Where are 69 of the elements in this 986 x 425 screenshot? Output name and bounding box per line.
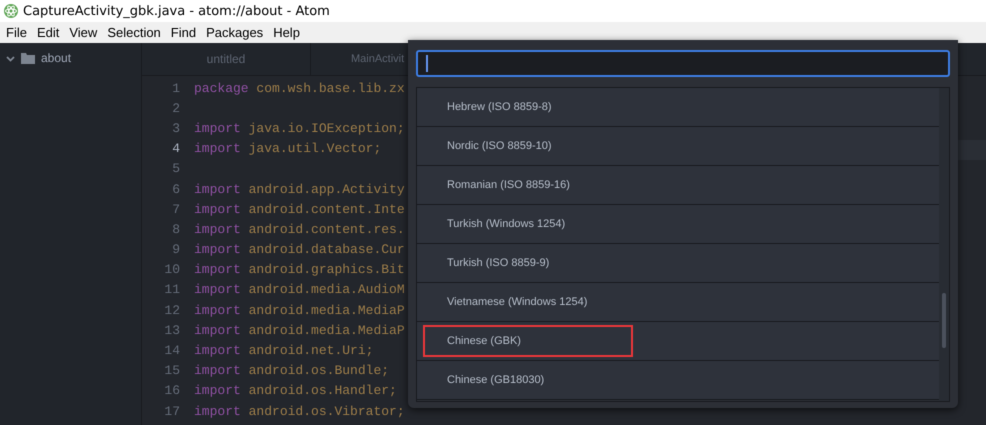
code-keyword: import — [194, 141, 241, 156]
code-keyword: import — [194, 262, 241, 278]
menu-item[interactable]: View — [65, 25, 104, 40]
line-number: 11 — [163, 282, 181, 298]
line-number: 16 — [163, 383, 181, 398]
code-keyword: package — [194, 80, 249, 96]
line-number: 10 — [163, 262, 181, 278]
encoding-option[interactable]: Vietnamese (Windows 1254) — [417, 283, 939, 322]
encoding-option[interactable]: Turkish (ISO 8859-9) — [417, 244, 939, 283]
code-keyword: import — [194, 282, 241, 298]
code-keyword: import — [194, 363, 241, 378]
line-number: 4 — [171, 141, 181, 156]
line-number: 6 — [171, 182, 181, 197]
code-keyword: import — [194, 383, 241, 398]
menu-item[interactable]: Edit — [32, 25, 66, 40]
code-text: android.os.Handler; — [248, 383, 397, 398]
code-text: android.media.AudioM — [248, 282, 405, 298]
line-number: 12 — [163, 302, 181, 318]
folder-icon — [21, 52, 35, 64]
code-keyword: import — [194, 322, 241, 338]
code-keyword: import — [194, 302, 241, 318]
code-text: android.os.Bundle; — [248, 363, 390, 378]
encoding-option[interactable]: Chinese (GB18030) — [417, 361, 939, 400]
line-number: 14 — [163, 343, 181, 358]
code-text: android.app.Activity — [248, 182, 405, 197]
search-field[interactable] — [416, 50, 950, 77]
line-number: 13 — [163, 322, 181, 338]
encoding-option[interactable]: Turkish (Windows 1254) — [417, 205, 939, 244]
encoding-option[interactable]: Chinese (GBK) — [417, 322, 939, 361]
encoding-option[interactable]: Romanian (ISO 8859-16) — [417, 166, 939, 205]
line-number: 9 — [171, 242, 181, 258]
code-text: android.database.Cur — [248, 242, 405, 258]
encoding-option[interactable]: Nordic (ISO 8859-10) — [417, 127, 939, 166]
window-title: CaptureActivity_gbk.java - atom://about - Atom — [23, 4, 330, 18]
line-number: 1 — [171, 80, 181, 96]
line-number: 5 — [171, 161, 181, 176]
code-text: android.graphics.Bit — [248, 262, 405, 278]
code-text: android.os.Vibrator; — [248, 404, 405, 419]
code-keyword: import — [194, 202, 241, 217]
atom-logo-icon — [4, 4, 18, 18]
line-number: 15 — [163, 363, 181, 378]
code-text: android.content.res. — [248, 222, 405, 237]
menu-item[interactable]: Selection — [103, 25, 167, 40]
code-text: android.net.Uri; — [248, 343, 374, 358]
code-text: android.content.Inte — [248, 202, 405, 217]
code-text: android.media.MediaP — [248, 322, 405, 338]
menu-item[interactable]: Help — [269, 25, 306, 40]
line-number: 2 — [171, 100, 181, 116]
code-keyword: import — [194, 343, 241, 358]
code-text: java.io.IOException; — [248, 120, 405, 136]
code-text: java.util.Vector; — [248, 141, 382, 156]
line-number: 8 — [171, 222, 181, 237]
folder-name[interactable]: about — [41, 51, 72, 65]
code-keyword: import — [194, 242, 241, 258]
menu-item[interactable]: Find — [166, 25, 202, 40]
line-number: 3 — [171, 120, 181, 136]
line-number: 7 — [171, 202, 181, 217]
code-text: com.wsh.base.lib.zx — [256, 80, 405, 96]
menu-item[interactable]: File — [2, 25, 33, 40]
code-keyword: import — [194, 222, 241, 237]
code-keyword: import — [194, 120, 241, 136]
code-keyword: import — [194, 182, 241, 197]
code-keyword: import — [194, 404, 241, 419]
chevron-icon[interactable] — [6, 54, 15, 62]
scrollbar[interactable] — [939, 88, 949, 401]
code-text: android.media.MediaP — [248, 302, 405, 318]
menu-item[interactable]: Packages — [202, 25, 270, 40]
encoding-option[interactable]: Hebrew (ISO 8859-8) — [417, 88, 939, 127]
line-number: 17 — [163, 404, 181, 419]
